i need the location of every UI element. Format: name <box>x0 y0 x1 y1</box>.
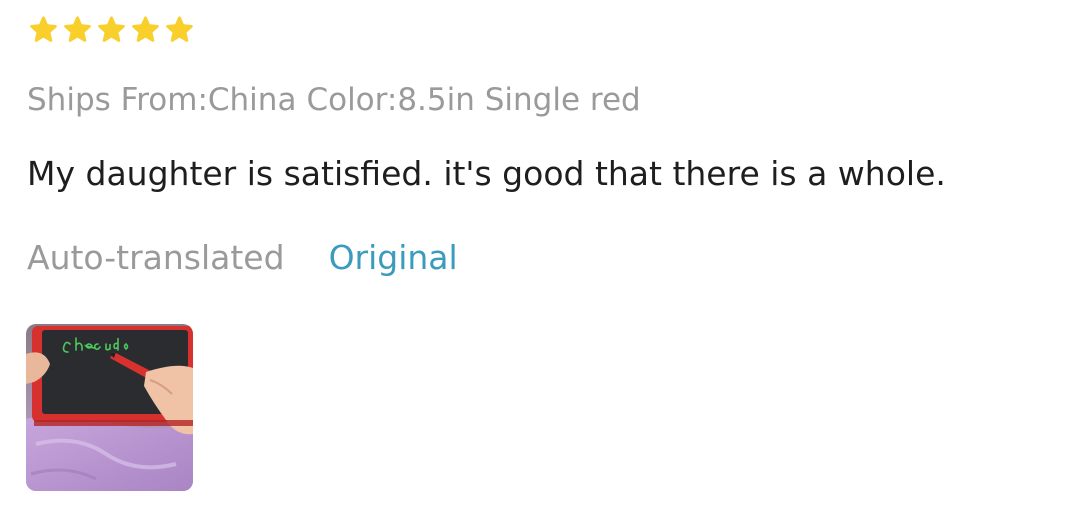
color-label: Color:8.5in Single red <box>306 82 641 118</box>
translation-row: Auto-translated Original <box>27 238 458 277</box>
star-icon <box>130 15 161 46</box>
review-card: Ships From:China Color:8.5in Single red M… <box>0 0 1080 513</box>
review-photo-image <box>26 324 193 491</box>
review-photo-thumbnail[interactable] <box>26 324 193 491</box>
star-icon <box>28 15 59 46</box>
auto-translated-label: Auto-translated <box>27 238 285 277</box>
star-icon <box>62 15 93 46</box>
ships-from-label: Ships From:China <box>27 82 297 118</box>
review-comment: My daughter is satisfied. it's good that… <box>27 154 946 193</box>
review-photos <box>26 324 193 491</box>
sku-attributes: Ships From:China Color:8.5in Single red <box>27 82 641 118</box>
star-icon <box>96 15 127 46</box>
show-original-link[interactable]: Original <box>329 238 458 277</box>
star-rating <box>28 15 195 46</box>
star-icon <box>164 15 195 46</box>
